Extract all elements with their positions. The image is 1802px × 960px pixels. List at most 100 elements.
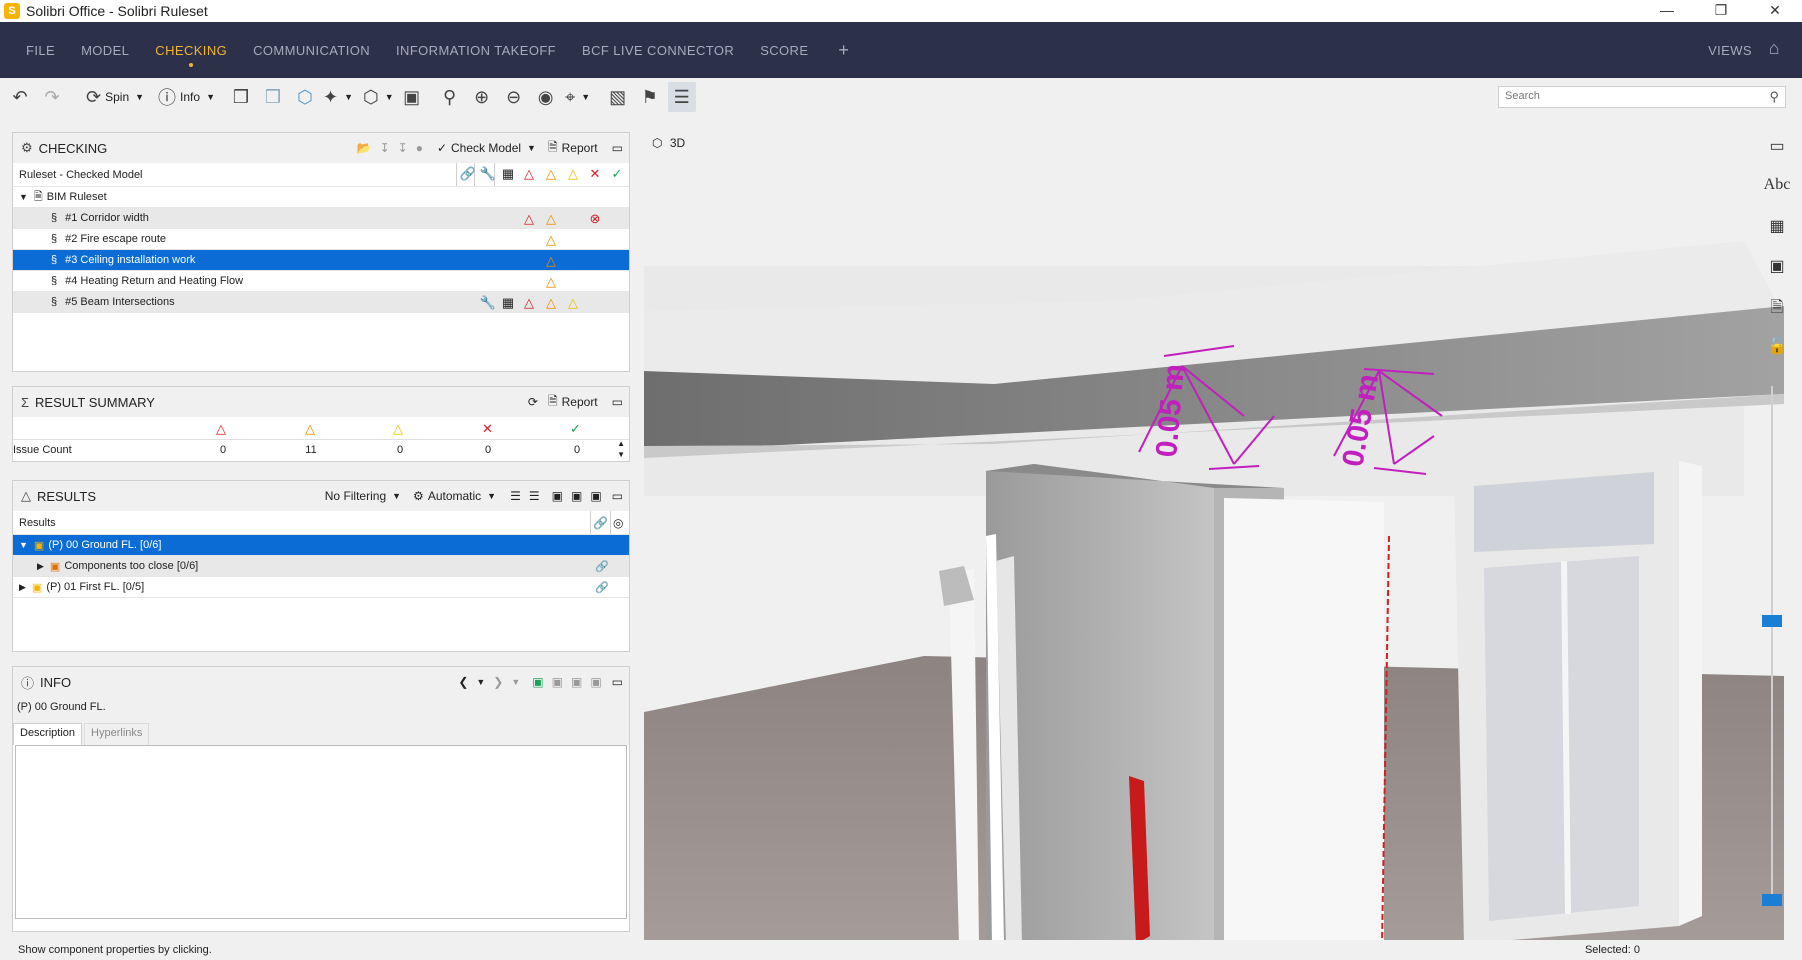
info-tabs: Description Hyperlinks xyxy=(13,723,629,745)
check-model-icon[interactable]: ✓ xyxy=(437,141,447,155)
title-bar: S Solibri Office - Solibri Ruleset — ❐ ✕ xyxy=(0,0,1802,22)
maximize-panel-icon[interactable]: ▭ xyxy=(612,395,623,409)
text-label-icon[interactable]: Abc xyxy=(1764,176,1791,216)
slide-remove-icon[interactable]: ▣ xyxy=(590,675,601,689)
list-view-icon[interactable]: ☰ xyxy=(529,489,540,503)
menu-model[interactable]: MODEL xyxy=(81,43,129,58)
status-hint: Show component properties by clicking. xyxy=(18,944,212,956)
rule-row[interactable]: § #5 Beam Intersections 🔧 ▦ △ △ △ xyxy=(13,292,629,313)
expand-caret-icon[interactable]: ▼ xyxy=(19,540,28,550)
chevron-down-icon[interactable]: ▼ xyxy=(511,677,520,687)
minimize-button[interactable]: — xyxy=(1640,0,1694,22)
filter-dropdown[interactable]: No Filtering xyxy=(325,489,386,503)
menu-information-takeoff[interactable]: INFORMATION TAKEOFF xyxy=(396,43,556,58)
low-count: 0 xyxy=(396,444,404,456)
layers-icon[interactable]: ☰ xyxy=(667,82,696,112)
next-icon[interactable]: ❯ xyxy=(493,675,503,689)
collapse-caret-icon[interactable]: ▶ xyxy=(19,582,26,593)
slide-icon[interactable]: ▣ xyxy=(552,675,563,689)
cube-view-icon[interactable]: ⬡ ▼ xyxy=(363,82,394,112)
rule-row[interactable]: § #4 Heating Return and Heating Flow △ xyxy=(13,271,629,292)
rejected-circle-icon: ⊗ xyxy=(589,210,601,226)
slide-icon[interactable]: ▣ xyxy=(552,489,563,503)
upper-slider-handle[interactable] xyxy=(1762,615,1782,627)
floor-plan-icon[interactable]: ▣ xyxy=(1769,256,1784,296)
maximize-panel-icon[interactable]: ▭ xyxy=(612,141,623,155)
maximize-panel-icon[interactable]: ▭ xyxy=(612,675,623,689)
report-icon[interactable]: 🗎 xyxy=(548,138,558,159)
result-row[interactable]: ▶ ▣ Components too close [0/6] 🔗 xyxy=(13,556,629,577)
refresh-icon[interactable]: ⟳ xyxy=(528,395,538,409)
tree-view-icon[interactable]: ☰ xyxy=(510,489,521,503)
chevron-down-icon[interactable]: ▼ xyxy=(487,491,496,501)
menu-communication[interactable]: COMMUNICATION xyxy=(253,43,370,58)
export-icon[interactable]: ↧ xyxy=(398,141,408,155)
menu-bcf-live-connector[interactable]: BCF LIVE CONNECTOR xyxy=(582,43,734,58)
stop-icon[interactable]: ● xyxy=(416,141,423,155)
lock-icon[interactable]: 🔓 xyxy=(1767,336,1787,376)
measure-icon[interactable]: ⌖ ▼ xyxy=(564,82,592,112)
mode-dropdown[interactable]: Automatic xyxy=(428,489,481,503)
tab-hyperlinks[interactable]: Hyperlinks xyxy=(84,723,150,745)
chevron-down-icon[interactable]: ▼ xyxy=(392,491,401,501)
grid-icon[interactable]: ▦ xyxy=(1769,216,1784,256)
map-icon[interactable]: ⚑ xyxy=(636,82,664,112)
collapse-caret-icon[interactable]: ▶ xyxy=(37,561,44,572)
3d-viewport[interactable]: 0.05 m 0.05 m xyxy=(644,116,1802,945)
views-icon[interactable]: ⌂ xyxy=(1762,38,1786,62)
maximize-view-icon[interactable]: ▭ xyxy=(1769,136,1784,176)
check-model-button[interactable]: Check Model xyxy=(451,141,521,155)
restore-button[interactable]: ❐ xyxy=(1694,0,1748,22)
rule-row[interactable]: § #2 Fire escape route △ xyxy=(13,229,629,250)
section-box-icon[interactable]: ▣ xyxy=(398,82,426,112)
isolate-icon[interactable]: ⬡ xyxy=(291,82,319,112)
zoom-out-icon[interactable]: ⊖ xyxy=(500,82,528,112)
menu-checking[interactable]: CHECKING xyxy=(155,43,227,67)
slide-add-icon[interactable]: ▣ xyxy=(571,489,582,503)
redo-button[interactable]: ↷ xyxy=(38,82,66,112)
report-icon[interactable]: 🗎 xyxy=(548,392,558,413)
expand-caret-icon[interactable]: ▼ xyxy=(19,192,28,202)
rule-row[interactable]: § #1 Corridor width △ △ ⊗ xyxy=(13,208,629,229)
floor-plan-icon[interactable]: ▧ xyxy=(604,82,632,112)
description-textarea[interactable] xyxy=(15,745,627,919)
menu-file[interactable]: FILE xyxy=(26,43,55,58)
result-row-selected[interactable]: ▼ ▣ (P) 00 Ground FL. [0/6] xyxy=(13,535,629,556)
zoom-fit-icon[interactable]: ⚲ xyxy=(436,82,464,112)
slide-add-icon[interactable]: ▣ xyxy=(571,675,582,689)
add-layout-button[interactable]: + xyxy=(838,40,849,61)
save-ruleset-icon[interactable]: ↧ xyxy=(380,141,390,155)
close-button[interactable]: ✕ xyxy=(1748,0,1802,22)
show-all-icon[interactable]: ❒ xyxy=(227,82,255,112)
chevron-down-icon[interactable]: ▼ xyxy=(527,143,536,153)
maximize-panel-icon[interactable]: ▭ xyxy=(612,489,623,503)
open-ruleset-icon[interactable]: 📂 xyxy=(357,141,372,155)
lower-slider-handle[interactable] xyxy=(1762,894,1782,906)
rule-row-selected[interactable]: § #3 Ceiling installation work △ xyxy=(13,250,629,271)
chevron-down-icon[interactable]: ▼ xyxy=(476,677,485,687)
result-row[interactable]: ▶ ▣ (P) 01 First FL. [0/5] 🔗 xyxy=(13,577,629,598)
ruleset-node[interactable]: ▼ 🗎 BIM Ruleset xyxy=(13,187,629,208)
menu-views[interactable]: VIEWS xyxy=(1708,43,1752,58)
undo-button[interactable]: ↶ xyxy=(6,82,34,112)
issue-count-row: Issue Count 0 11 0 0 0 ▲ ▼ xyxy=(13,439,629,459)
zoom-selected-icon[interactable]: ◉ xyxy=(532,82,560,112)
hide-icon[interactable]: ❒ xyxy=(259,82,287,112)
3d-view-tab[interactable]: ⬡ 3D xyxy=(652,136,685,150)
menu-score[interactable]: SCORE xyxy=(760,43,808,58)
slide-remove-icon[interactable]: ▣ xyxy=(590,489,601,503)
walk-mode-icon[interactable]: ✦ ▼ xyxy=(323,82,353,112)
info-dropdown[interactable]: ⓘ Info ▼ xyxy=(158,82,215,112)
zoom-in-icon[interactable]: ⊕ xyxy=(468,82,496,112)
tab-description[interactable]: Description xyxy=(13,723,83,745)
component-info-icon[interactable]: ▣ xyxy=(532,675,543,689)
report-button[interactable]: Report xyxy=(562,141,598,155)
spin-icon: ⟳ xyxy=(86,86,102,107)
summary-scroll-arrows-icon[interactable]: ▲ ▼ xyxy=(617,438,625,460)
spin-dropdown[interactable]: ⟳ Spin ▼ xyxy=(86,82,144,112)
3d-scene[interactable]: 0.05 m 0.05 m xyxy=(644,116,1802,945)
previous-icon[interactable]: ❮ xyxy=(458,675,468,689)
pdf-icon[interactable]: 🗎 xyxy=(1771,296,1784,336)
search-input[interactable]: Search ⚲ xyxy=(1498,86,1786,108)
summary-report-button[interactable]: Report xyxy=(562,395,598,409)
